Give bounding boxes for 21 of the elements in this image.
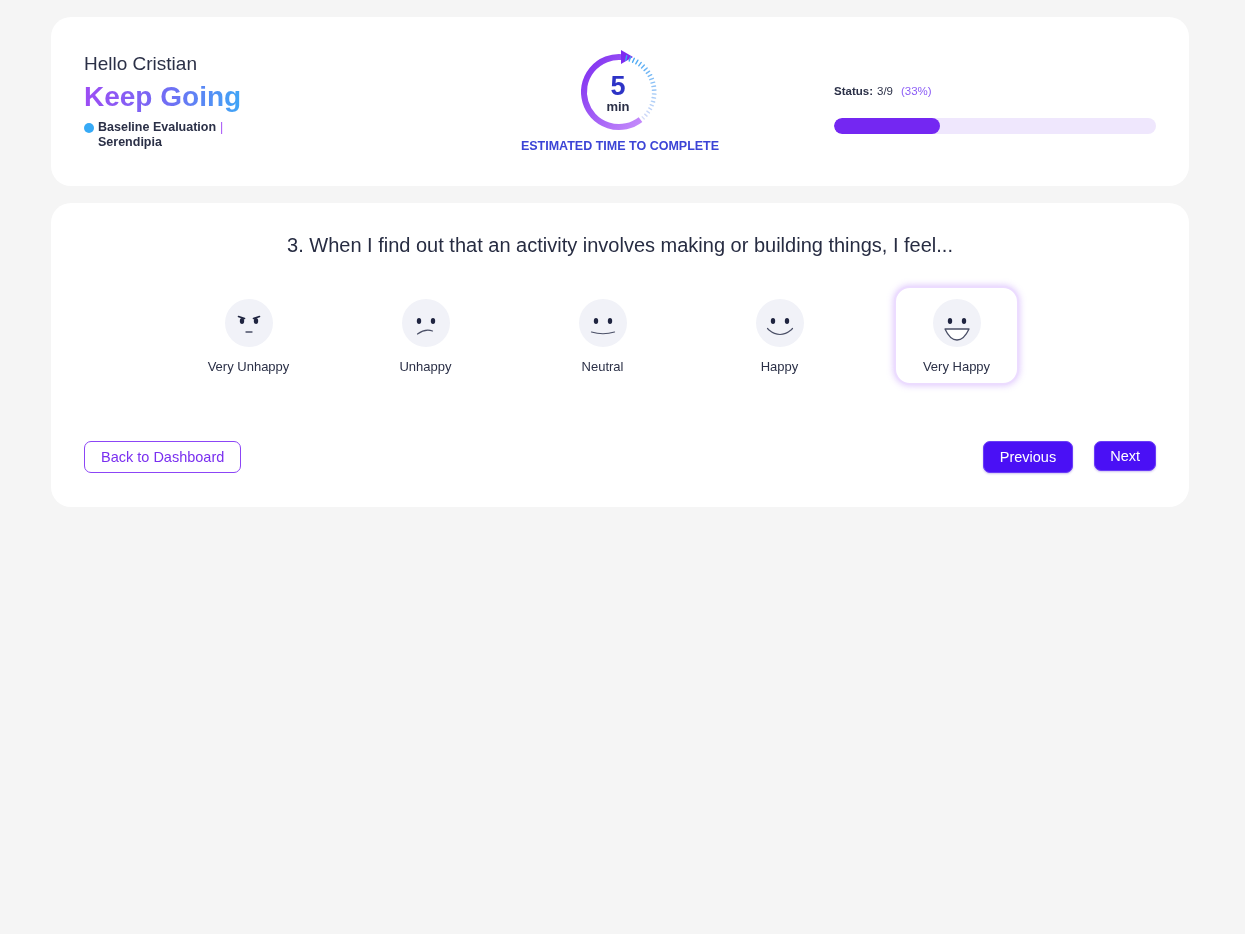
separator-text: | bbox=[220, 119, 224, 135]
back-to-dashboard-button[interactable]: Back to Dashboard bbox=[84, 441, 242, 473]
evaluation-name: Baseline Evaluation bbox=[98, 119, 217, 135]
neutral-face-icon bbox=[578, 299, 627, 347]
smiling-face-icon bbox=[755, 299, 804, 347]
grinning-face-icon bbox=[932, 299, 981, 347]
next-button[interactable]: Next bbox=[1094, 441, 1156, 471]
greeting-text: Hello Cristian bbox=[84, 51, 197, 76]
status-dot-icon bbox=[84, 122, 94, 133]
organization-name: Serendipia bbox=[98, 134, 163, 150]
status-percent: (33%) bbox=[901, 85, 932, 97]
question-text: 3. When I find out that an activity involves making or building things, I feel... bbox=[286, 233, 954, 257]
status-label: Status: bbox=[834, 85, 873, 97]
angry-face-icon bbox=[224, 299, 273, 347]
mood-option[interactable]: Very Happy bbox=[894, 286, 1019, 385]
estimated-time-caption: ESTIMATED TIME TO COMPLETE bbox=[520, 139, 720, 153]
status-count: 3/9 bbox=[877, 85, 893, 97]
timer-value: 5 bbox=[610, 72, 626, 99]
timer-unit: min bbox=[606, 98, 630, 114]
previous-button[interactable]: Previous bbox=[982, 441, 1074, 473]
frowning-face-icon bbox=[401, 299, 450, 347]
